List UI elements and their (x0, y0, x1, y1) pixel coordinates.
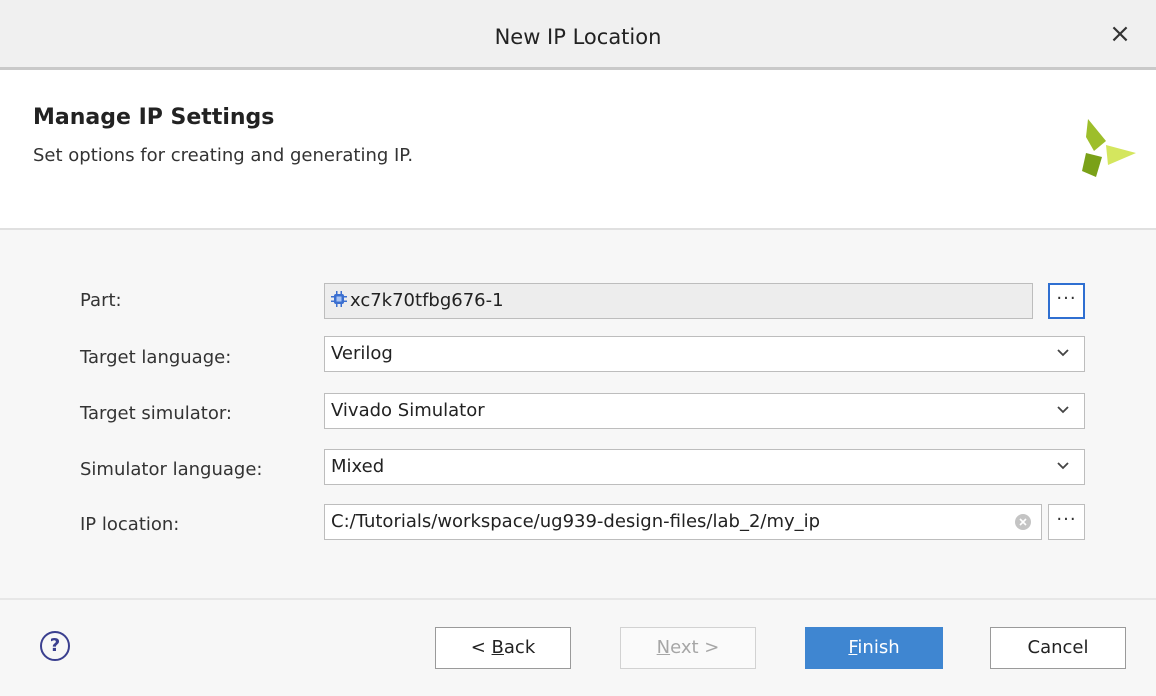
target-language-label: Target language: (80, 347, 232, 368)
chevron-down-icon (1056, 394, 1072, 428)
ip-location-input[interactable]: C:/Tutorials/workspace/ug939-design-file… (324, 504, 1042, 540)
next-button[interactable]: Next > (620, 627, 756, 669)
target-simulator-select[interactable]: Vivado Simulator (324, 393, 1085, 429)
vivado-logo-icon (1082, 119, 1136, 177)
target-simulator-value: Vivado Simulator (331, 400, 485, 421)
close-icon[interactable]: × (1104, 18, 1136, 50)
dialog-body: Part: xc7k70tfbg676-1 ··· Target languag… (0, 230, 1156, 696)
ip-location-label: IP location: (80, 514, 180, 535)
clear-icon[interactable] (1015, 514, 1031, 530)
part-value: xc7k70tfbg676-1 (350, 290, 504, 311)
footer-divider (0, 598, 1156, 600)
back-prefix: < (470, 637, 492, 658)
dialog-header: Manage IP Settings Set options for creat… (0, 73, 1156, 230)
simulator-language-select[interactable]: Mixed (324, 449, 1085, 485)
back-label: ack (503, 637, 536, 658)
cancel-button[interactable]: Cancel (990, 627, 1126, 669)
header-subtitle: Set options for creating and generating … (33, 145, 414, 166)
title-bar: New IP Location × (0, 0, 1156, 70)
next-mnemonic: N (656, 637, 671, 658)
target-language-value: Verilog (331, 343, 393, 364)
simulator-language-value: Mixed (331, 456, 385, 477)
ip-location-value: C:/Tutorials/workspace/ug939-design-file… (331, 511, 821, 532)
simulator-language-label: Simulator language: (80, 459, 263, 480)
target-simulator-label: Target simulator: (80, 403, 232, 424)
chevron-down-icon (1056, 450, 1072, 484)
part-label: Part: (80, 290, 122, 311)
next-label: ext > (670, 637, 720, 658)
ip-location-browse-button[interactable]: ··· (1048, 504, 1085, 540)
finish-button[interactable]: Finish (805, 627, 943, 669)
finish-label: inish (857, 637, 900, 658)
target-language-select[interactable]: Verilog (324, 336, 1085, 372)
chip-icon (331, 291, 347, 307)
back-button[interactable]: < Back (435, 627, 571, 669)
back-mnemonic: B (491, 637, 504, 658)
help-icon[interactable]: ? (40, 631, 70, 661)
header-title: Manage IP Settings (33, 105, 275, 130)
window-title: New IP Location (494, 25, 662, 49)
part-browse-button[interactable]: ··· (1048, 283, 1085, 319)
part-field: xc7k70tfbg676-1 (324, 283, 1033, 319)
chevron-down-icon (1056, 337, 1072, 371)
